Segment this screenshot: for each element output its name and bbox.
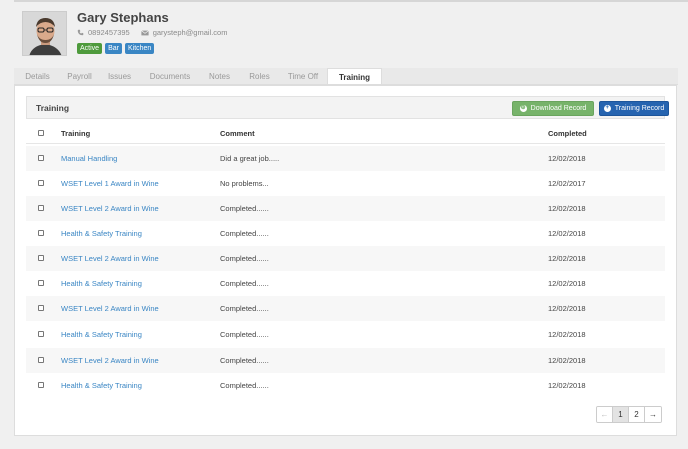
employee-name: Gary Stephans — [77, 10, 169, 25]
arrow-right-icon[interactable]: → — [645, 407, 661, 422]
table-row: Health & Safety Training Completed......… — [26, 221, 665, 246]
training-link[interactable]: WSET Level 1 Award in Wine — [61, 179, 159, 188]
table-row: WSET Level 2 Award in Wine Completed....… — [26, 196, 665, 221]
column-training: Training — [61, 129, 91, 138]
training-link[interactable]: WSET Level 2 Award in Wine — [61, 204, 159, 213]
completed-date: 12/02/2018 — [548, 154, 586, 163]
tab-training[interactable]: Training — [327, 68, 382, 84]
contact-info: 0892457395 garysteph@gmail.com — [77, 28, 227, 37]
training-comment: Completed...... — [220, 356, 269, 365]
page-button-2[interactable]: 2 — [629, 407, 645, 422]
role-badge-kitchen: Kitchen — [124, 43, 155, 54]
table-row: Manual Handling Did a great job..... 12/… — [26, 146, 665, 171]
training-link[interactable]: WSET Level 2 Award in Wine — [61, 254, 159, 263]
tab-bar: Details Payroll Issues Documents Notes R… — [14, 68, 678, 85]
tab-payroll[interactable]: Payroll — [61, 68, 98, 84]
panel-header: Training ⊕ Download Record + Training Re… — [26, 96, 669, 119]
tab-time-off[interactable]: Time Off — [279, 68, 327, 84]
page-button-1[interactable]: 1 — [613, 407, 629, 422]
row-checkbox[interactable] — [38, 230, 44, 236]
add-training-record-button[interactable]: + Training Record — [599, 101, 669, 116]
plus-icon: + — [603, 105, 611, 112]
completed-date: 12/02/2018 — [548, 254, 586, 263]
training-comment: Completed...... — [220, 204, 269, 213]
role-badge-bar: Bar — [105, 43, 122, 54]
row-checkbox[interactable] — [38, 205, 44, 211]
training-link[interactable]: WSET Level 2 Award in Wine — [61, 304, 159, 313]
training-comment: Did a great job..... — [220, 154, 280, 163]
completed-date: 12/02/2017 — [548, 179, 586, 188]
row-checkbox[interactable] — [38, 255, 44, 261]
row-checkbox[interactable] — [38, 280, 44, 286]
phone-number: 0892457395 — [88, 28, 130, 37]
row-checkbox[interactable] — [38, 305, 44, 311]
table-row: WSET Level 2 Award in Wine Completed....… — [26, 348, 665, 373]
table-row: WSET Level 2 Award in Wine Completed....… — [26, 246, 665, 271]
row-checkbox[interactable] — [38, 357, 44, 363]
pagination: ← 1 2 → — [596, 406, 662, 423]
download-record-label: Download Record — [530, 105, 587, 112]
training-record-label: Training Record — [614, 105, 665, 112]
training-panel: Training ⊕ Download Record + Training Re… — [14, 85, 677, 436]
training-comment: Completed...... — [220, 304, 269, 313]
top-divider — [14, 0, 688, 2]
training-comment: Completed...... — [220, 279, 269, 288]
completed-date: 12/02/2018 — [548, 229, 586, 238]
envelope-icon — [140, 29, 149, 36]
row-checkbox[interactable] — [38, 382, 44, 388]
completed-date: 12/02/2018 — [548, 330, 586, 339]
avatar-photo — [23, 12, 66, 55]
status-badge-active: Active — [77, 43, 103, 54]
completed-date: 12/02/2018 — [548, 204, 586, 213]
table-row: Health & Safety Training Completed......… — [26, 373, 665, 398]
select-all-checkbox[interactable] — [38, 130, 44, 136]
row-checkbox[interactable] — [38, 331, 44, 337]
panel-title: Training — [36, 103, 70, 113]
training-comment: Completed...... — [220, 254, 269, 263]
training-link[interactable]: WSET Level 2 Award in Wine — [61, 356, 159, 365]
training-comment: Completed...... — [220, 229, 269, 238]
table-header: Training Comment Completed — [26, 122, 665, 144]
tab-notes[interactable]: Notes — [199, 68, 240, 84]
row-checkbox[interactable] — [38, 180, 44, 186]
training-link[interactable]: Manual Handling — [61, 154, 117, 163]
table-row: Health & Safety Training Completed......… — [26, 322, 665, 347]
completed-date: 12/02/2018 — [548, 356, 586, 365]
training-comment: Completed...... — [220, 330, 269, 339]
tab-roles[interactable]: Roles — [240, 68, 279, 84]
download-record-button[interactable]: ⊕ Download Record — [512, 101, 594, 116]
column-comment: Comment — [220, 129, 255, 138]
avatar — [22, 11, 67, 56]
training-link[interactable]: Health & Safety Training — [61, 279, 142, 288]
download-icon: ⊕ — [519, 105, 527, 112]
training-link[interactable]: Health & Safety Training — [61, 229, 142, 238]
table-row: WSET Level 2 Award in Wine Completed....… — [26, 296, 665, 321]
completed-date: 12/02/2018 — [548, 279, 586, 288]
table-row: Health & Safety Training Completed......… — [26, 271, 665, 296]
status-tags: Active Bar Kitchen — [77, 43, 155, 54]
training-link[interactable]: Health & Safety Training — [61, 330, 142, 339]
email-address: garysteph@gmail.com — [152, 28, 228, 37]
phone-icon — [77, 29, 84, 36]
tab-details[interactable]: Details — [14, 68, 61, 84]
row-checkbox[interactable] — [38, 155, 44, 161]
tab-documents[interactable]: Documents — [141, 68, 199, 84]
tab-issues[interactable]: Issues — [98, 68, 141, 84]
training-link[interactable]: Health & Safety Training — [61, 381, 142, 390]
training-comment: No problems... — [220, 179, 269, 188]
completed-date: 12/02/2018 — [548, 304, 586, 313]
table-row: WSET Level 1 Award in Wine No problems..… — [26, 171, 665, 196]
completed-date: 12/02/2018 — [548, 381, 586, 390]
column-completed: Completed — [548, 129, 587, 138]
training-comment: Completed...... — [220, 381, 269, 390]
arrow-left-icon[interactable]: ← — [597, 407, 613, 422]
